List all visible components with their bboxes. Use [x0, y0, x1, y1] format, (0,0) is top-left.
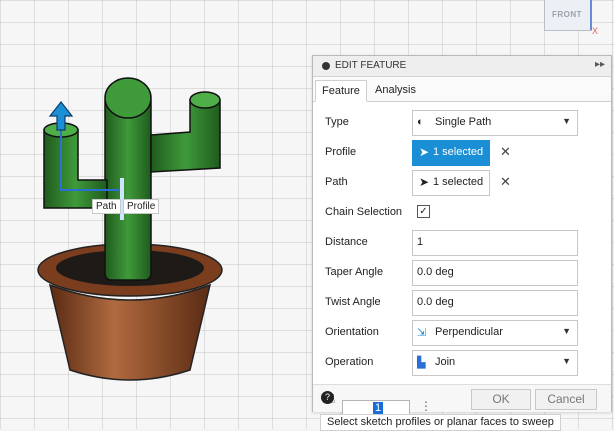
path-row: Path ➤ 1 selected ✕	[313, 168, 611, 198]
chain-selection-label: Chain Selection	[325, 206, 403, 218]
operation-value: Join	[435, 356, 456, 368]
cursor-arrow-icon: ➤	[419, 175, 430, 189]
panel-tabs: Feature Analysis	[313, 77, 611, 102]
orientation-value: Perpendicular	[435, 326, 503, 338]
path-clear-icon[interactable]: ✕	[500, 174, 511, 190]
cactus-right-arm	[150, 99, 221, 173]
twist-angle-value: 0.0 deg	[417, 296, 454, 308]
chevron-down-icon: ▼	[562, 356, 571, 366]
chain-row: Chain Selection ✓	[313, 198, 611, 228]
type-value: Single Path	[435, 116, 492, 128]
single-path-icon: ◐	[417, 116, 424, 128]
profile-canvas-tag[interactable]: Profile	[123, 199, 160, 214]
more-options-icon[interactable]: ⋮	[420, 399, 432, 413]
path-canvas-tag[interactable]: Path	[92, 199, 121, 214]
chain-selection-checkbox[interactable]: ✓	[417, 205, 430, 218]
pot-body	[48, 283, 212, 381]
cursor-arrow-icon: ➤	[419, 145, 430, 159]
view-cube-front-label: FRONT	[552, 10, 583, 19]
x-axis-label: X	[592, 26, 599, 36]
twist-row: Twist Angle 0.0 deg	[313, 288, 611, 318]
distance-value: 1	[417, 236, 424, 248]
type-label: Type	[325, 116, 349, 128]
edit-feature-panel: EDIT FEATURE ▸▸ Feature Analysis Type ◐ …	[312, 55, 612, 412]
path-value: 1 selected	[433, 176, 484, 188]
taper-angle-value: 0.0 deg	[417, 266, 454, 278]
join-icon: ▙	[417, 357, 426, 369]
view-cube[interactable]: FRONT	[544, 0, 592, 31]
taper-row: Taper Angle 0.0 deg	[313, 258, 611, 288]
distance-input[interactable]: 1	[412, 230, 578, 256]
perpendicular-icon: ⇲	[417, 327, 427, 339]
twist-angle-label: Twist Angle	[325, 296, 381, 308]
profile-clear-icon[interactable]: ✕	[500, 144, 511, 160]
cactus-model[interactable]	[30, 70, 240, 400]
selection-hint-tooltip: Select sketch profiles or planar faces t…	[320, 414, 561, 431]
distance-label: Distance	[325, 236, 368, 248]
operation-label: Operation	[325, 356, 374, 368]
twist-angle-input[interactable]: 0.0 deg	[412, 290, 578, 316]
cancel-button[interactable]: Cancel	[535, 389, 597, 410]
operation-dropdown[interactable]: ▙ Join ▼	[412, 350, 578, 376]
taper-angle-input[interactable]: 0.0 deg	[412, 260, 578, 286]
operation-row: Operation ▙ Join ▼	[313, 348, 611, 378]
orientation-row: Orientation ⇲ Perpendicular ▼	[313, 318, 611, 348]
chevron-down-icon: ▼	[562, 326, 571, 336]
profile-row: Profile ➤ 1 selected ✕	[313, 138, 611, 168]
tab-analysis[interactable]: Analysis	[369, 80, 422, 100]
profile-value: 1 selected	[433, 146, 484, 158]
panel-collapse-icon[interactable]: ▸▸	[595, 59, 605, 70]
heads-up-value: 1	[373, 402, 384, 414]
taper-angle-label: Taper Angle	[325, 266, 384, 278]
panel-header[interactable]: EDIT FEATURE ▸▸	[313, 56, 611, 77]
cactus-trunk	[104, 94, 152, 281]
tab-feature[interactable]: Feature	[315, 80, 367, 102]
orientation-label: Orientation	[325, 326, 379, 338]
panel-status-icon	[322, 62, 330, 70]
type-row: Type ◐ Single Path ▼	[313, 108, 611, 138]
path-label: Path	[325, 176, 348, 188]
distance-row: Distance 1	[313, 228, 611, 258]
profile-label: Profile	[325, 146, 357, 158]
panel-title: EDIT FEATURE	[335, 60, 407, 71]
ok-button[interactable]: OK	[471, 389, 531, 410]
mouse-cursor-icon: ☝	[328, 392, 336, 406]
cactus-left-arm	[43, 129, 108, 209]
path-select-button[interactable]: ➤ 1 selected	[412, 170, 490, 196]
profile-select-button[interactable]: ➤ 1 selected	[412, 140, 490, 166]
type-dropdown[interactable]: ◐ Single Path ▼	[412, 110, 578, 136]
chevron-down-icon: ▼	[562, 116, 571, 126]
orientation-dropdown[interactable]: ⇲ Perpendicular ▼	[412, 320, 578, 346]
